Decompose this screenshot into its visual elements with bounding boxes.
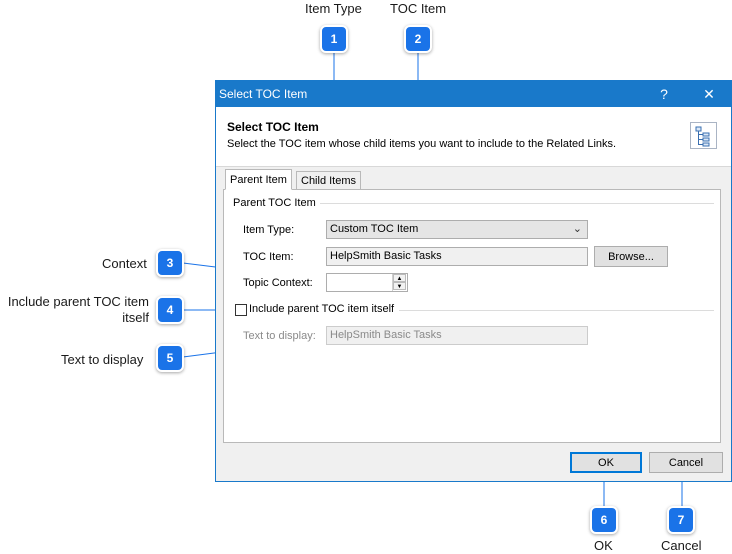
header-description: Select the TOC item whose child items yo…	[227, 138, 617, 150]
callout-badge-6: 6	[590, 506, 618, 534]
tab-parent-item[interactable]: Parent Item	[225, 169, 292, 190]
callout-badge-2: 2	[404, 25, 432, 53]
ok-button[interactable]: OK	[570, 452, 642, 473]
browse-button[interactable]: Browse...	[594, 246, 668, 267]
callout-label-7: Cancel	[661, 538, 702, 553]
callout-label-2: TOC Item	[390, 1, 447, 16]
callout-badge-7: 7	[667, 506, 695, 534]
callout-label-1: Item Type	[305, 1, 362, 16]
close-button[interactable]: ✕	[688, 81, 730, 107]
callout-label-3: Context	[102, 256, 147, 271]
toc-item-field[interactable]: HelpSmith Basic Tasks	[326, 247, 588, 266]
item-type-label: Item Type:	[243, 224, 295, 236]
group-divider	[319, 203, 714, 204]
callout-badge-4: 4	[156, 296, 184, 324]
item-type-value: Custom TOC Item	[330, 223, 419, 235]
dialog-header: Select TOC Item Select the TOC item whos…	[216, 107, 731, 167]
parent-toc-item-group-title: Parent TOC Item	[233, 197, 320, 209]
topic-context-spinner[interactable]: ▲ ▼	[392, 274, 406, 291]
chevron-down-icon: ⌄	[572, 223, 582, 235]
header-title: Select TOC Item	[227, 120, 319, 134]
callout-label-6: OK	[594, 538, 613, 553]
callout-label-4: Include parent TOC item itself	[7, 294, 149, 325]
callout-badge-1: 1	[320, 25, 348, 53]
title-bar: Select TOC Item ? ✕	[216, 81, 731, 107]
include-divider	[399, 310, 714, 311]
spin-up-icon[interactable]: ▲	[393, 274, 406, 282]
toc-tree-icon	[690, 122, 717, 149]
callout-badge-5: 5	[156, 344, 184, 372]
spin-down-icon[interactable]: ▼	[393, 282, 406, 290]
text-to-display-label: Text to display:	[243, 330, 316, 342]
callout-badge-3: 3	[156, 249, 184, 277]
item-type-dropdown[interactable]: Custom TOC Item ⌄	[326, 220, 588, 239]
topic-context-label: Topic Context:	[243, 277, 313, 289]
text-to-display-field[interactable]: HelpSmith Basic Tasks	[326, 326, 588, 345]
parent-item-panel: Parent TOC Item Item Type: Custom TOC It…	[223, 189, 721, 443]
include-parent-checkbox[interactable]	[235, 304, 247, 316]
window-title: Select TOC Item	[219, 87, 308, 101]
callout-label-5: Text to display	[61, 352, 144, 367]
help-button[interactable]: ?	[643, 81, 685, 107]
cancel-button[interactable]: Cancel	[649, 452, 723, 473]
tab-child-items[interactable]: Child Items	[296, 171, 362, 191]
include-parent-label[interactable]: Include parent TOC item itself	[249, 303, 399, 315]
select-toc-item-dialog: Select TOC Item ? ✕ Select TOC Item Sele…	[215, 80, 732, 482]
toc-item-label: TOC Item:	[243, 251, 294, 263]
